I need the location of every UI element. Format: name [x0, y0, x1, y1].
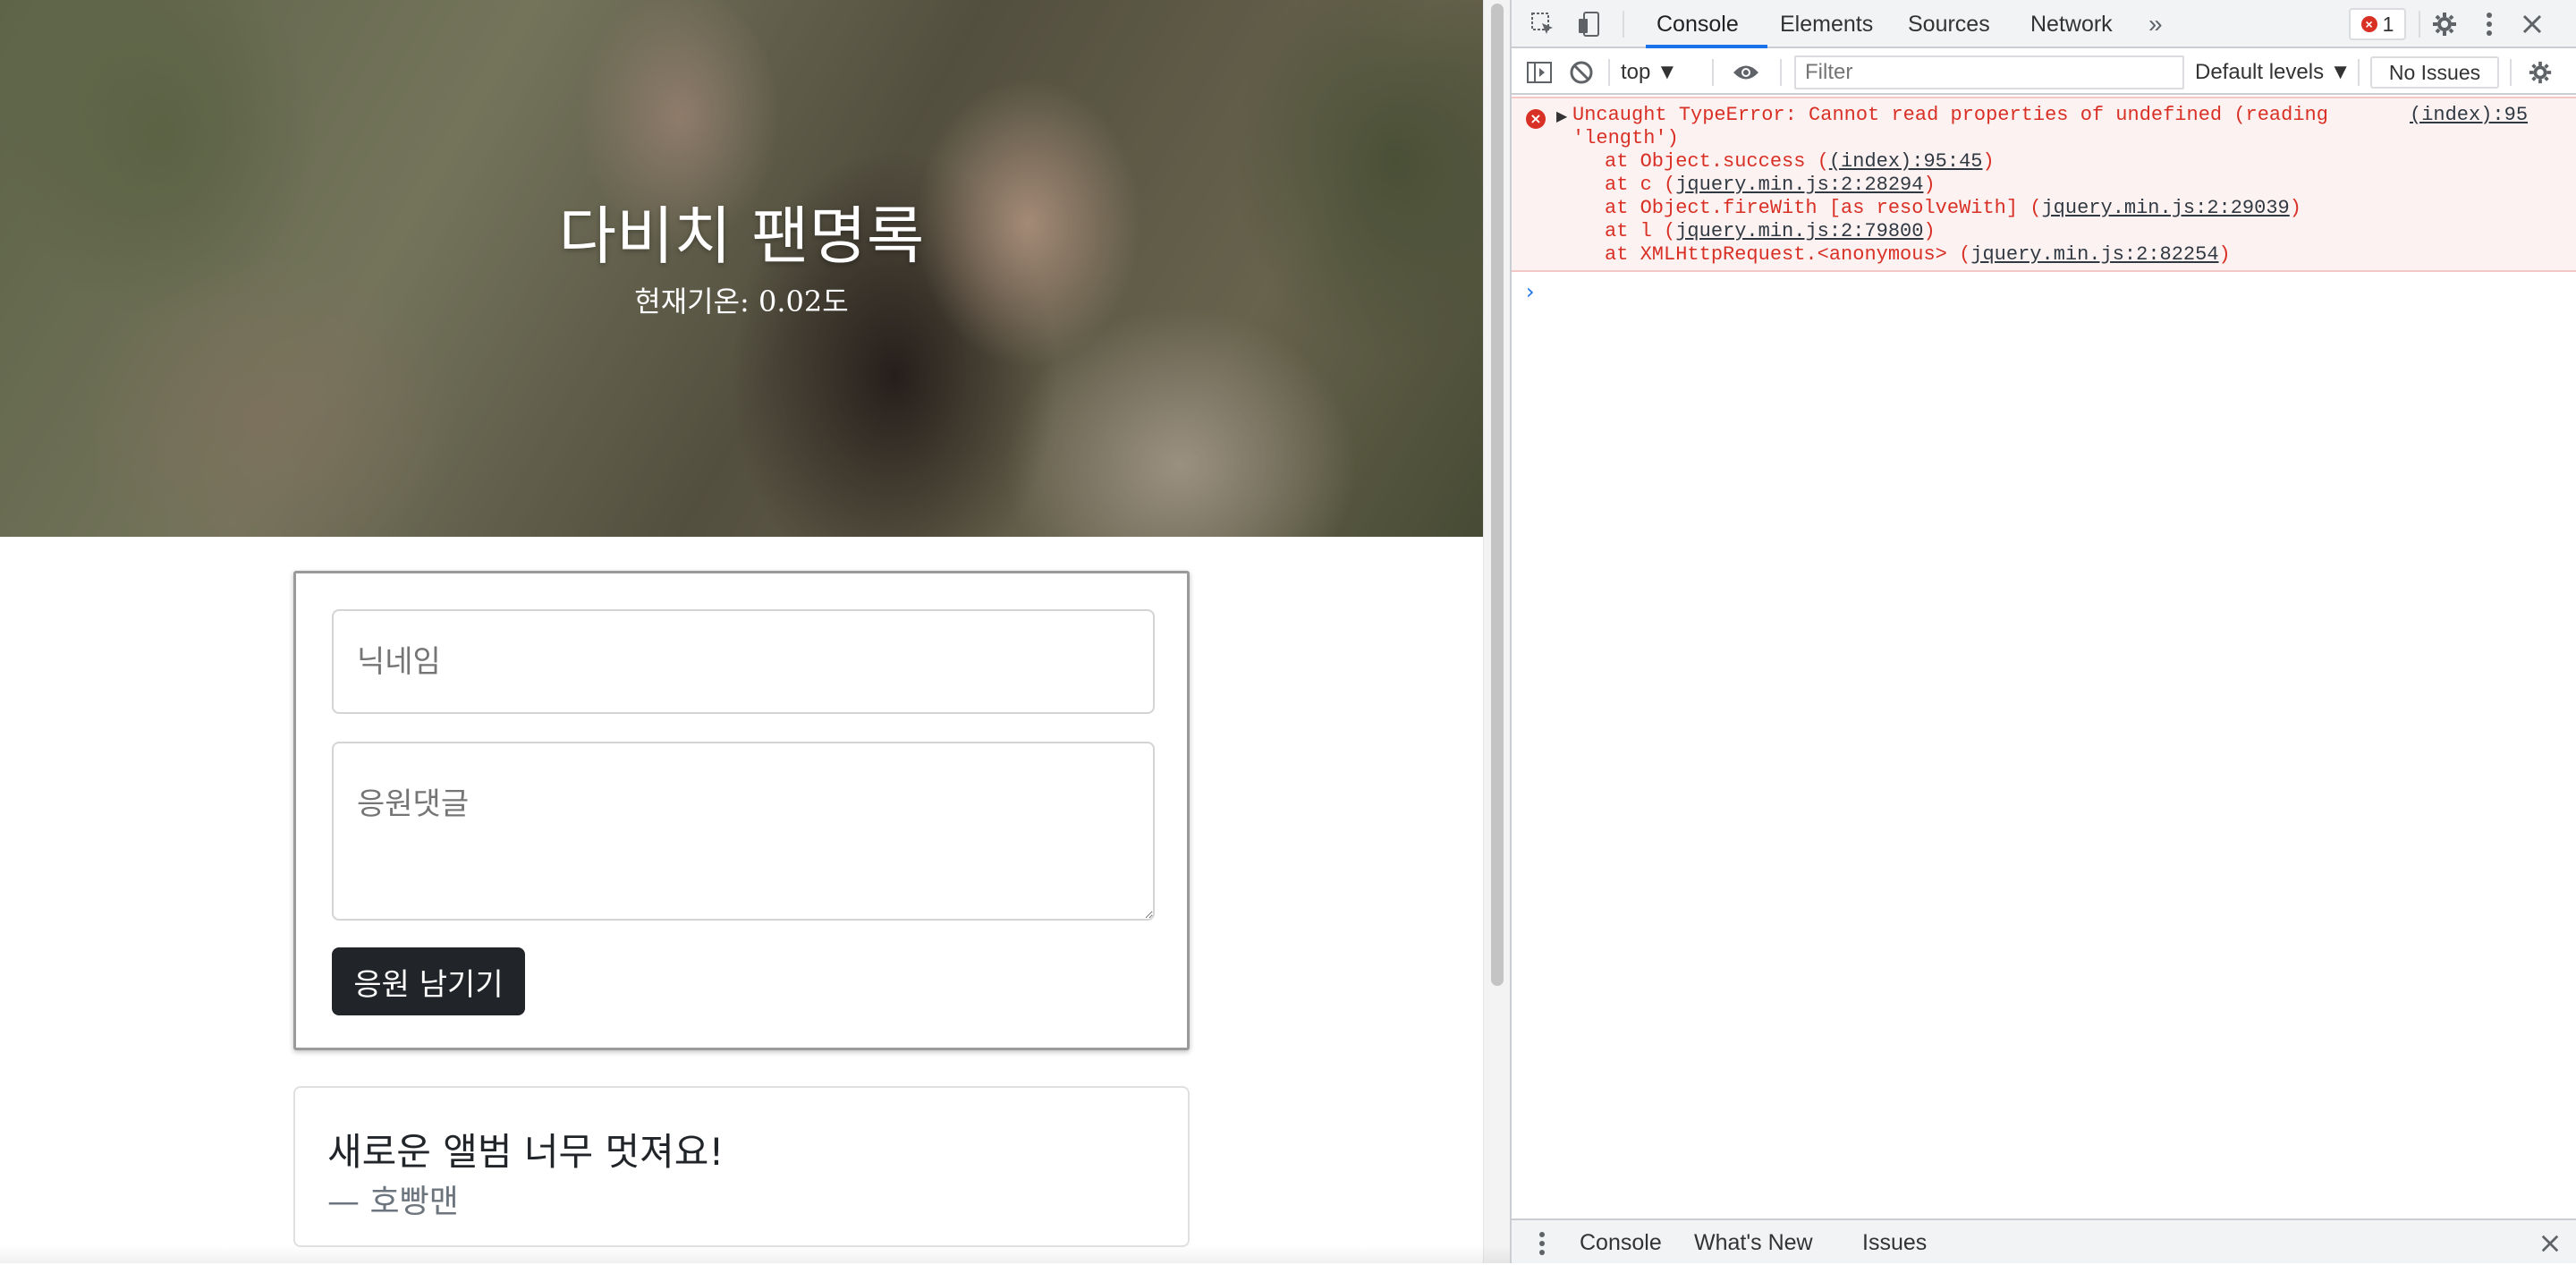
comment-author: — 호빵맨	[327, 1184, 459, 1220]
stack-frame-text: at c (	[1605, 174, 1676, 196]
toolbar-separator	[1780, 59, 1782, 86]
issues-button[interactable]: No Issues	[2370, 56, 2499, 89]
inspect-element-icon[interactable]	[1526, 7, 1560, 41]
clear-console-icon[interactable]	[1569, 50, 1594, 95]
temperature-text: 현재기온: 0.02도	[634, 284, 849, 318]
console-error-message[interactable]: × ▶ Uncaught TypeError: Cannot read prop…	[1512, 97, 2576, 272]
devtools-panel: Console Elements Sources Network » × 1 t…	[1510, 0, 2576, 1263]
error-source-link[interactable]: (index):95	[2410, 104, 2528, 126]
toolbar-separator	[2510, 59, 2512, 86]
error-count: 1	[2382, 12, 2394, 36]
hero-banner: 다비치 팬명록 현재기온: 0.02도	[0, 0, 1483, 537]
console-settings-gear-icon[interactable]	[2528, 50, 2553, 95]
page-scrollbar-thumb[interactable]	[1491, 4, 1504, 986]
drawer-menu-icon[interactable]	[1538, 1220, 1546, 1265]
drawer-tab-whats-new[interactable]: What's New	[1694, 1220, 1813, 1265]
close-drawer-icon[interactable]	[2540, 1220, 2560, 1265]
settings-gear-icon[interactable]	[2428, 7, 2462, 41]
stack-frame-text: )	[1982, 150, 1995, 173]
active-tab-indicator	[1646, 45, 1767, 48]
stack-frame-link[interactable]: jquery.min.js:2:79800	[1675, 220, 1923, 242]
tabbar-separator	[2419, 11, 2420, 38]
more-tabs-icon[interactable]: »	[2148, 0, 2163, 48]
devtools-tabbar: Console Elements Sources Network » × 1	[1512, 0, 2576, 48]
stack-frame: at Object.success ((index):95:45)	[1605, 150, 1995, 173]
page-title: 다비치 팬명록	[558, 200, 925, 273]
tab-network[interactable]: Network	[2030, 0, 2113, 48]
stack-frame-text: at Object.fireWith [as resolveWith] (	[1605, 197, 2042, 219]
sidebar-toggle-icon[interactable]	[1526, 50, 1553, 95]
nickname-input[interactable]	[332, 609, 1155, 714]
tabbar-separator	[1623, 11, 1624, 38]
page-bottom-shadow	[0, 1245, 1510, 1263]
guestbook-form: 응원 남기기	[293, 571, 1190, 1050]
stack-frame-text: at XMLHttpRequest.<anonymous> (	[1605, 243, 1971, 266]
console-filter-input[interactable]	[1794, 55, 2184, 89]
stack-frame-text: )	[2289, 197, 2301, 219]
expand-triangle-icon[interactable]: ▶	[1556, 107, 1567, 124]
error-icon: ×	[2360, 16, 2377, 32]
web-page: 다비치 팬명록 현재기온: 0.02도 응원 남기기 새로운 앨범 너무 멋져요…	[0, 0, 1483, 1263]
tab-console[interactable]: Console	[1657, 0, 1739, 48]
stack-frame-link[interactable]: jquery.min.js:2:29039	[2041, 197, 2289, 219]
error-circle-icon: ×	[1526, 109, 1546, 129]
stack-frame-text: )	[1923, 220, 1936, 242]
error-count-badge[interactable]: × 1	[2349, 8, 2406, 40]
comment-textarea[interactable]	[332, 742, 1155, 921]
toolbar-separator	[1712, 59, 1714, 86]
device-toolbar-icon[interactable]	[1572, 7, 1606, 41]
comment-text: 새로운 앨범 너무 멋져요!	[327, 1130, 724, 1174]
more-options-icon[interactable]	[2472, 7, 2506, 41]
stack-frame-link[interactable]: jquery.min.js:2:28294	[1675, 174, 1923, 196]
toolbar-separator	[2358, 59, 2360, 86]
comment-card: 새로운 앨범 너무 멋져요! — 호빵맨	[293, 1086, 1190, 1247]
stack-frame: at XMLHttpRequest.<anonymous> (jquery.mi…	[1605, 243, 2231, 266]
stack-frame: at Object.fireWith [as resolveWith] (jqu…	[1605, 197, 2301, 219]
stack-frame-link[interactable]: (index):95:45	[1829, 150, 1983, 173]
submit-comment-button[interactable]: 응원 남기기	[332, 947, 525, 1015]
live-expression-eye-icon[interactable]	[1732, 50, 1760, 95]
tab-elements[interactable]: Elements	[1780, 0, 1873, 48]
devtools-drawer: Console What's New Issues	[1512, 1218, 2576, 1263]
toolbar-separator	[1608, 59, 1610, 86]
page-scrollbar[interactable]	[1483, 0, 1510, 1263]
console-toolbar: top ▼ Default levels ▼ No Issues	[1512, 50, 2576, 95]
stack-frame-text: at Object.success (	[1605, 150, 1829, 173]
log-levels-dropdown[interactable]: Default levels ▼	[2195, 50, 2351, 95]
drawer-tab-console[interactable]: Console	[1580, 1220, 1662, 1265]
error-text: Uncaught TypeError: Cannot read properti…	[1572, 104, 2328, 149]
console-prompt[interactable]: ›	[1526, 279, 1535, 304]
stack-frame-text: at l (	[1605, 220, 1676, 242]
tab-sources[interactable]: Sources	[1908, 0, 1990, 48]
stack-frame-text: )	[2218, 243, 2231, 266]
stack-frame-text: )	[1923, 174, 1936, 196]
stack-frame: at l (jquery.min.js:2:79800)	[1605, 220, 1936, 242]
drawer-tab-issues[interactable]: Issues	[1862, 1220, 1927, 1265]
close-devtools-icon[interactable]	[2515, 7, 2549, 41]
stack-frame-link[interactable]: jquery.min.js:2:82254	[1970, 243, 2218, 266]
context-selector[interactable]: top ▼	[1621, 50, 1678, 95]
stack-frame: at c (jquery.min.js:2:28294)	[1605, 174, 1936, 196]
